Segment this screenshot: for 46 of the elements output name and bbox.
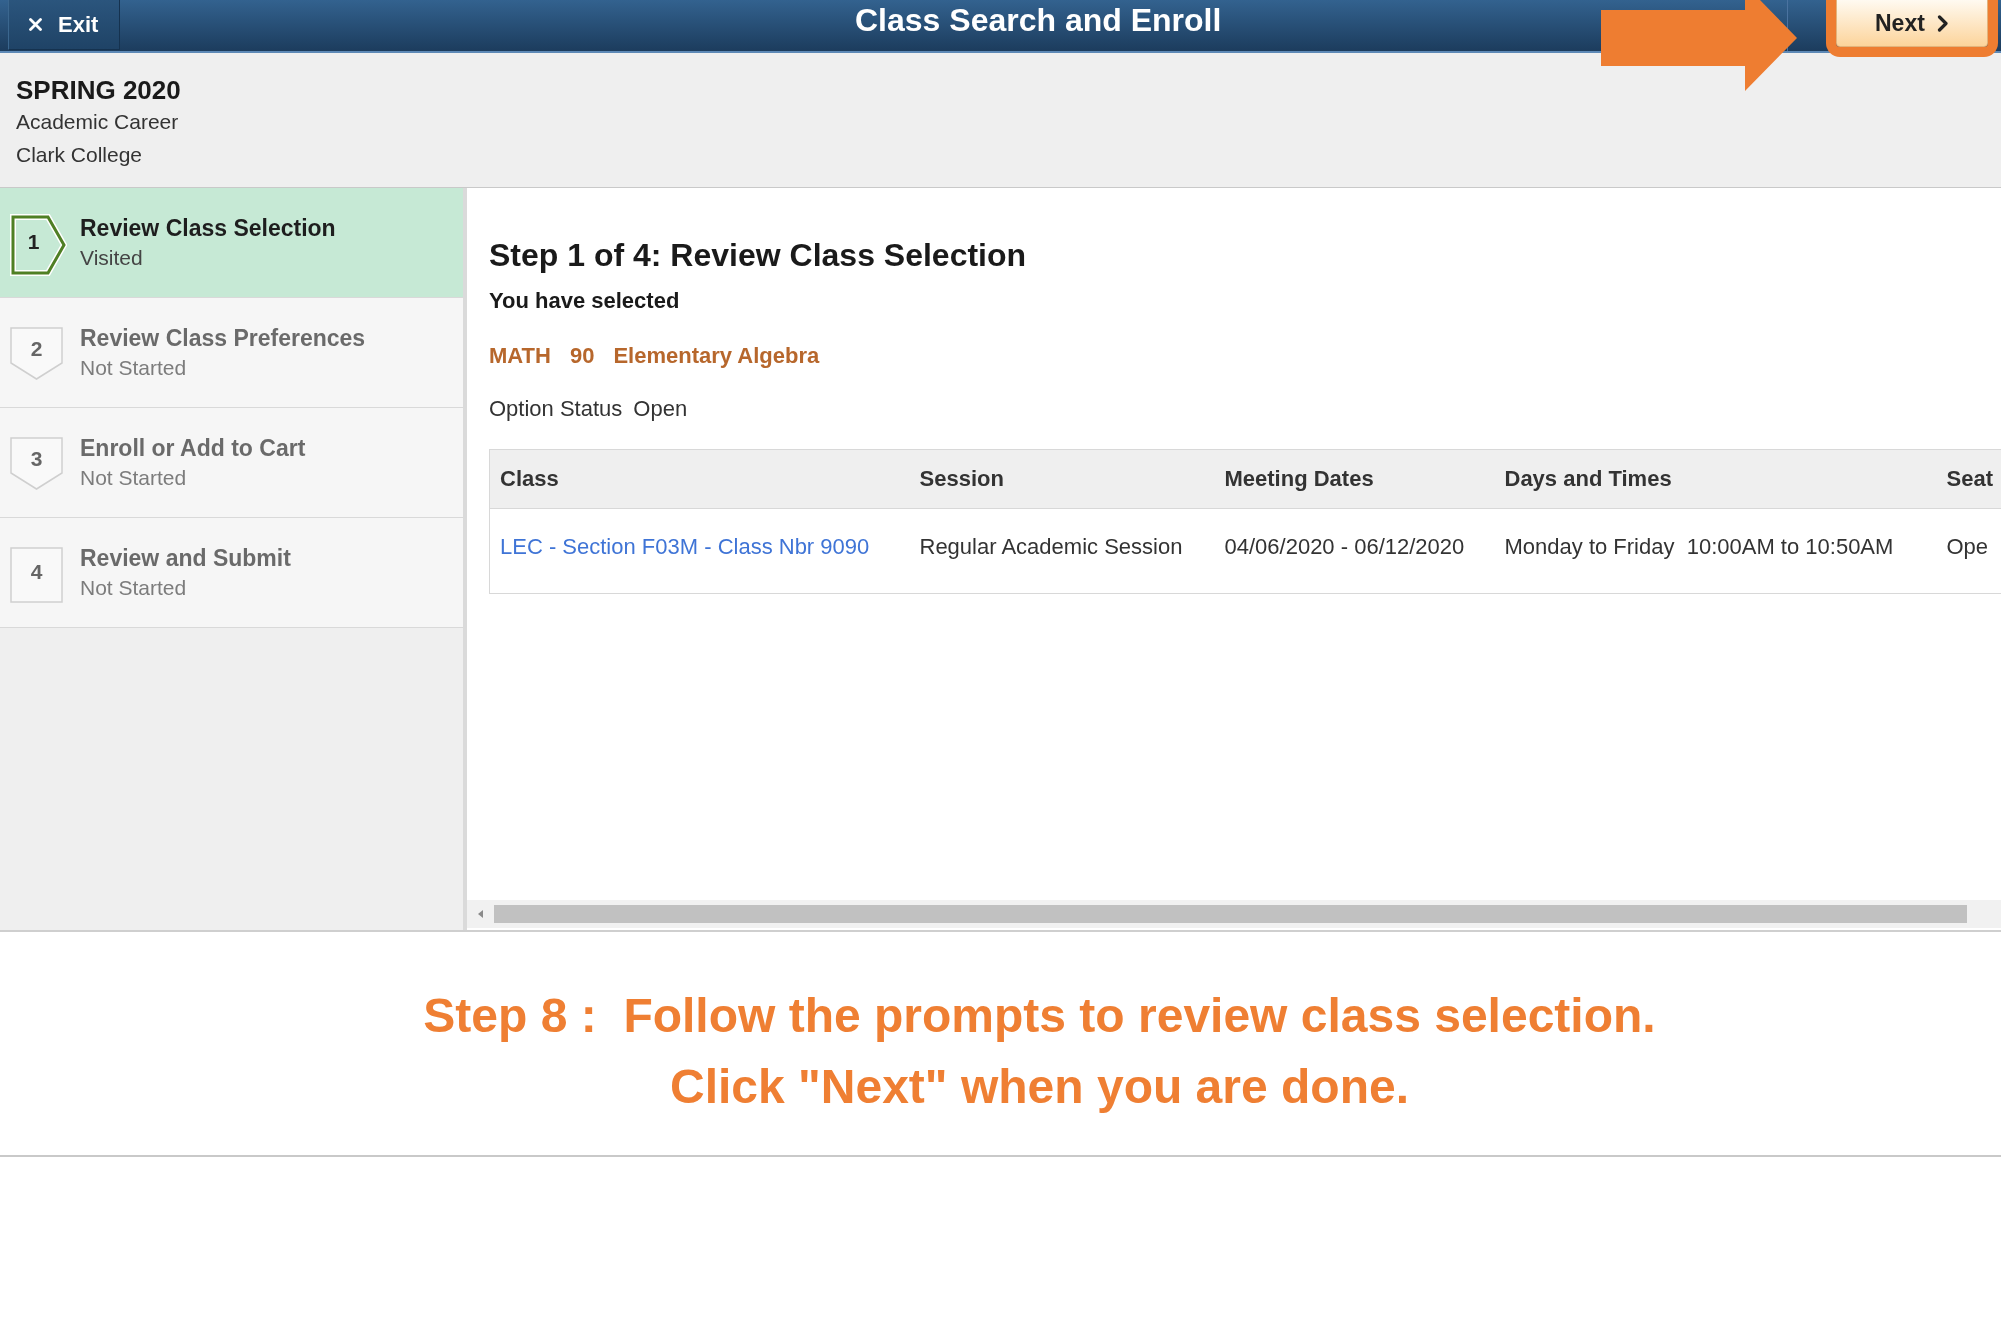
step-status: Not Started — [80, 465, 188, 491]
course-title: Elementary Algebra — [613, 342, 820, 370]
step-number-badge: 4 — [10, 547, 63, 603]
step-status: Not Started — [80, 355, 188, 381]
step-number-badge: 2 — [10, 327, 63, 380]
step-item[interactable]: 3 Enroll or Add to Cart Not Started — [0, 408, 463, 518]
step-item[interactable]: 4 Review and Submit Not Started — [0, 518, 463, 628]
scrollbar-thumb[interactable] — [494, 905, 1967, 923]
selection-label: You have selected — [489, 287, 681, 315]
close-icon — [29, 18, 42, 31]
column-header: Seat — [1936, 449, 2001, 509]
scroll-left-icon[interactable] — [478, 910, 483, 918]
step-title: Review Class Preferences — [80, 324, 366, 352]
option-status-value: Open — [633, 395, 688, 423]
step-heading: Step 1 of 4: Review Class Selection — [489, 236, 1028, 274]
term-name: SPRING 2020 — [16, 75, 182, 105]
course-subject: MATH — [489, 342, 551, 370]
step-item[interactable]: 2 Review Class Preferences Not Started — [0, 298, 463, 408]
table-cell: Ope — [1936, 508, 2001, 594]
exit-button[interactable]: Exit — [8, 0, 120, 50]
chevron-right-icon — [1936, 14, 1949, 32]
step-status: Not Started — [80, 575, 188, 601]
step-item[interactable]: 1 Review Class Selection Visited — [0, 188, 463, 298]
column-header: Class — [489, 449, 910, 509]
table-cell: Monday to Friday 10:00AM to 10:50AM — [1494, 508, 1937, 594]
next-button[interactable]: Next — [1836, 0, 1988, 47]
instruction-text: Step 8 : Follow the prompts to review class selection. — [423, 987, 1656, 1044]
option-status-label: Option Status — [489, 395, 623, 423]
column-header: Days and Times — [1494, 449, 1937, 509]
window-title: Class Search and Enroll — [855, 1, 1222, 40]
table-cell: 04/06/2020 - 06/12/2020 — [1214, 508, 1495, 594]
step-title: Review and Submit — [80, 544, 291, 572]
table-cell: Regular Academic Session — [909, 508, 1215, 594]
step-title: Enroll or Add to Cart — [80, 434, 306, 462]
course-number: 90 — [569, 342, 595, 370]
step-status: Visited — [80, 245, 144, 271]
column-header: Session — [909, 449, 1215, 509]
horizontal-scrollbar[interactable] — [467, 900, 2001, 928]
step-number-badge: 1 — [10, 214, 67, 276]
class-link[interactable]: LEC - Section F03M - Class Nbr 9090 — [489, 508, 910, 594]
career-text: Academic Career — [16, 109, 180, 135]
column-header: Meeting Dates — [1214, 449, 1495, 509]
instruction-text: Click "Next" when you are done. — [670, 1058, 1409, 1115]
step-title: Review Class Selection — [80, 214, 336, 242]
step-number-badge: 3 — [10, 437, 63, 490]
institution-text: Clark College — [16, 142, 144, 168]
